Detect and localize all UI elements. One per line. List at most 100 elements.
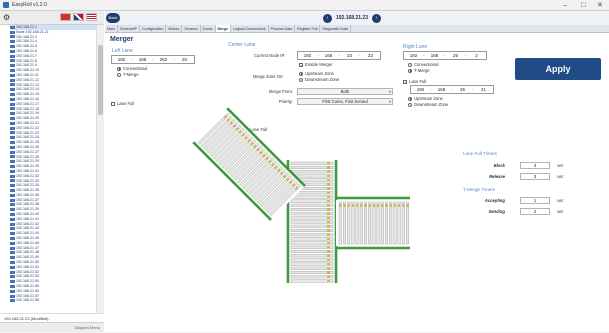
- center-node-ip-input[interactable]: 192. 168. 23. 22: [297, 51, 381, 60]
- conveyor-roller: [290, 220, 334, 224]
- radio-dot: [408, 68, 412, 73]
- apply-button[interactable]: Apply: [515, 58, 601, 80]
- left-conventional-radio[interactable]: Conventional: [117, 66, 147, 71]
- tab-general-ip[interactable]: General/IP: [118, 25, 140, 32]
- tab-sensors[interactable]: Sensors: [182, 25, 201, 32]
- roller-motor: [327, 162, 330, 165]
- ip-octet[interactable]: 25: [453, 86, 472, 93]
- network-node-icon: [10, 251, 15, 255]
- tab-diagnostic-data[interactable]: Diagnostic Data: [320, 25, 351, 32]
- left-lane-ip-input[interactable]: 192. 168. 252. 20: [111, 55, 195, 64]
- ip-octet[interactable]: 21: [474, 86, 493, 93]
- right-conveyor-bed: [336, 200, 410, 246]
- close-button[interactable]: ✕: [597, 1, 603, 10]
- tab-process-data[interactable]: Process Data: [269, 25, 296, 32]
- us-flag-icon[interactable]: [86, 13, 97, 21]
- network-node-icon: [10, 232, 15, 236]
- priority-select[interactable]: First Come, First Served ▾: [297, 98, 393, 105]
- tab-merge[interactable]: Merge: [215, 25, 232, 32]
- ip-octet[interactable]: 168: [319, 52, 338, 59]
- roller-motor: [327, 196, 330, 198]
- right-conventional-radio[interactable]: Conventional: [408, 62, 438, 67]
- ip-octet[interactable]: 192: [411, 86, 430, 93]
- chinese-flag-icon[interactable]: [60, 13, 71, 21]
- ip-octet[interactable]: 23: [340, 52, 359, 59]
- roller-motor: [356, 204, 358, 207]
- modified-node[interactable]: 192.168.21.23 (Modified): [0, 313, 104, 322]
- center-conveyor-bed: [290, 160, 334, 283]
- roller-motor: [288, 180, 293, 185]
- conveyor-roller: [245, 160, 278, 193]
- tab-configuration[interactable]: Configuration: [140, 25, 167, 32]
- right-upstream-zone-radio[interactable]: Upstream Zone: [408, 96, 443, 101]
- scroll-thumb[interactable]: [98, 45, 103, 115]
- roller-motor: [265, 156, 269, 161]
- tab-motors[interactable]: Motors: [166, 25, 183, 32]
- tab-zones[interactable]: Zones: [201, 25, 216, 32]
- roller-motor: [327, 280, 330, 282]
- conveyor-roller: [385, 201, 389, 245]
- tab-register-poll[interactable]: Register Poll: [295, 25, 321, 32]
- upstream-zone-radio[interactable]: Upstream Zone: [299, 71, 334, 76]
- conveyor-roller: [248, 163, 281, 196]
- center-lane-full-checkbox[interactable]: Lane Full: [244, 127, 267, 132]
- maximize-button[interactable]: □: [581, 1, 585, 10]
- gear-icon[interactable]: ⚙: [3, 13, 12, 22]
- ip-octet[interactable]: 22: [361, 52, 380, 59]
- prev-node-icon[interactable]: ‹: [323, 13, 332, 23]
- sending-input[interactable]: 2: [520, 208, 550, 215]
- right-downstream-zone-radio[interactable]: Downstream Zone: [408, 102, 448, 107]
- ip-octet[interactable]: 252: [154, 56, 173, 63]
- roller-motor: [339, 204, 342, 207]
- accepting-input[interactable]: 1: [520, 197, 550, 204]
- conveyor-roller: [242, 157, 275, 190]
- next-node-icon[interactable]: ›: [371, 13, 381, 23]
- right-tmerge-radio[interactable]: T-Merge: [408, 68, 430, 73]
- tab-main[interactable]: Main: [105, 25, 118, 32]
- tree-toolbar: ⚙: [0, 11, 104, 25]
- ip-octet[interactable]: 168: [425, 52, 444, 59]
- downstream-zone-radio[interactable]: Downstream Zone: [299, 77, 339, 82]
- conveyor-roller: [397, 201, 401, 245]
- skipped-menu-label[interactable]: Skipped Menu: [0, 322, 104, 332]
- conveyor-roller: [290, 258, 334, 262]
- left-lane-full-checkbox[interactable]: Lane Full: [111, 101, 134, 106]
- conveyor-roller: [393, 201, 397, 245]
- back-button[interactable]: Back: [106, 13, 120, 23]
- checkbox-box: [244, 127, 248, 132]
- right-lane-full-ip-input[interactable]: 192. 168. 25. 21: [410, 85, 494, 94]
- tree-scrollbar[interactable]: [96, 25, 104, 322]
- network-node-icon: [10, 222, 15, 226]
- ip-octet[interactable]: 168: [133, 56, 152, 63]
- ip-octet[interactable]: 25: [446, 52, 465, 59]
- uk-flag-icon[interactable]: [73, 13, 84, 21]
- merge-from-select[interactable]: Both ▾: [297, 88, 393, 95]
- ip-octet[interactable]: 192: [404, 52, 423, 59]
- node-tree-panel: ⚙ 192.168.21.1 Node 192.168.21.21 192.168.…: [0, 11, 104, 332]
- minimize-button[interactable]: –: [563, 1, 567, 10]
- ip-octet[interactable]: 20: [175, 56, 194, 63]
- conveyor-roller: [351, 201, 355, 245]
- left-tmerge-radio[interactable]: T-Merge: [117, 72, 139, 77]
- roller-motor: [327, 221, 330, 223]
- network-node-icon: [10, 241, 15, 245]
- network-node-icon: [10, 126, 15, 130]
- main-header: Back ‹ 192.168.21.23 ›: [105, 11, 609, 25]
- enable-merger-checkbox[interactable]: ✓ Enable Merger: [299, 62, 332, 67]
- roller-motor: [244, 136, 248, 140]
- current-node-ip-label: Current Node IP:: [254, 53, 286, 58]
- right-lane-full-checkbox[interactable]: ✓ Lane Full: [403, 79, 426, 84]
- ip-octet[interactable]: 192: [298, 52, 317, 59]
- tab-logical-connections[interactable]: Logical Connections: [231, 25, 269, 32]
- checkbox-box: [111, 101, 115, 106]
- release-input[interactable]: 3: [520, 173, 550, 180]
- ip-octet[interactable]: 2: [467, 52, 486, 59]
- radio-dot: [117, 66, 121, 71]
- block-input[interactable]: 3: [520, 162, 550, 169]
- roller-motor: [327, 217, 330, 219]
- roller-motor: [223, 115, 228, 119]
- ip-octet[interactable]: 168: [432, 86, 451, 93]
- ip-octet[interactable]: 192: [112, 56, 131, 63]
- right-lane-ip-input[interactable]: 192. 168. 25. 2: [403, 51, 487, 60]
- tree-node[interactable]: 192.168.21.58: [10, 298, 96, 303]
